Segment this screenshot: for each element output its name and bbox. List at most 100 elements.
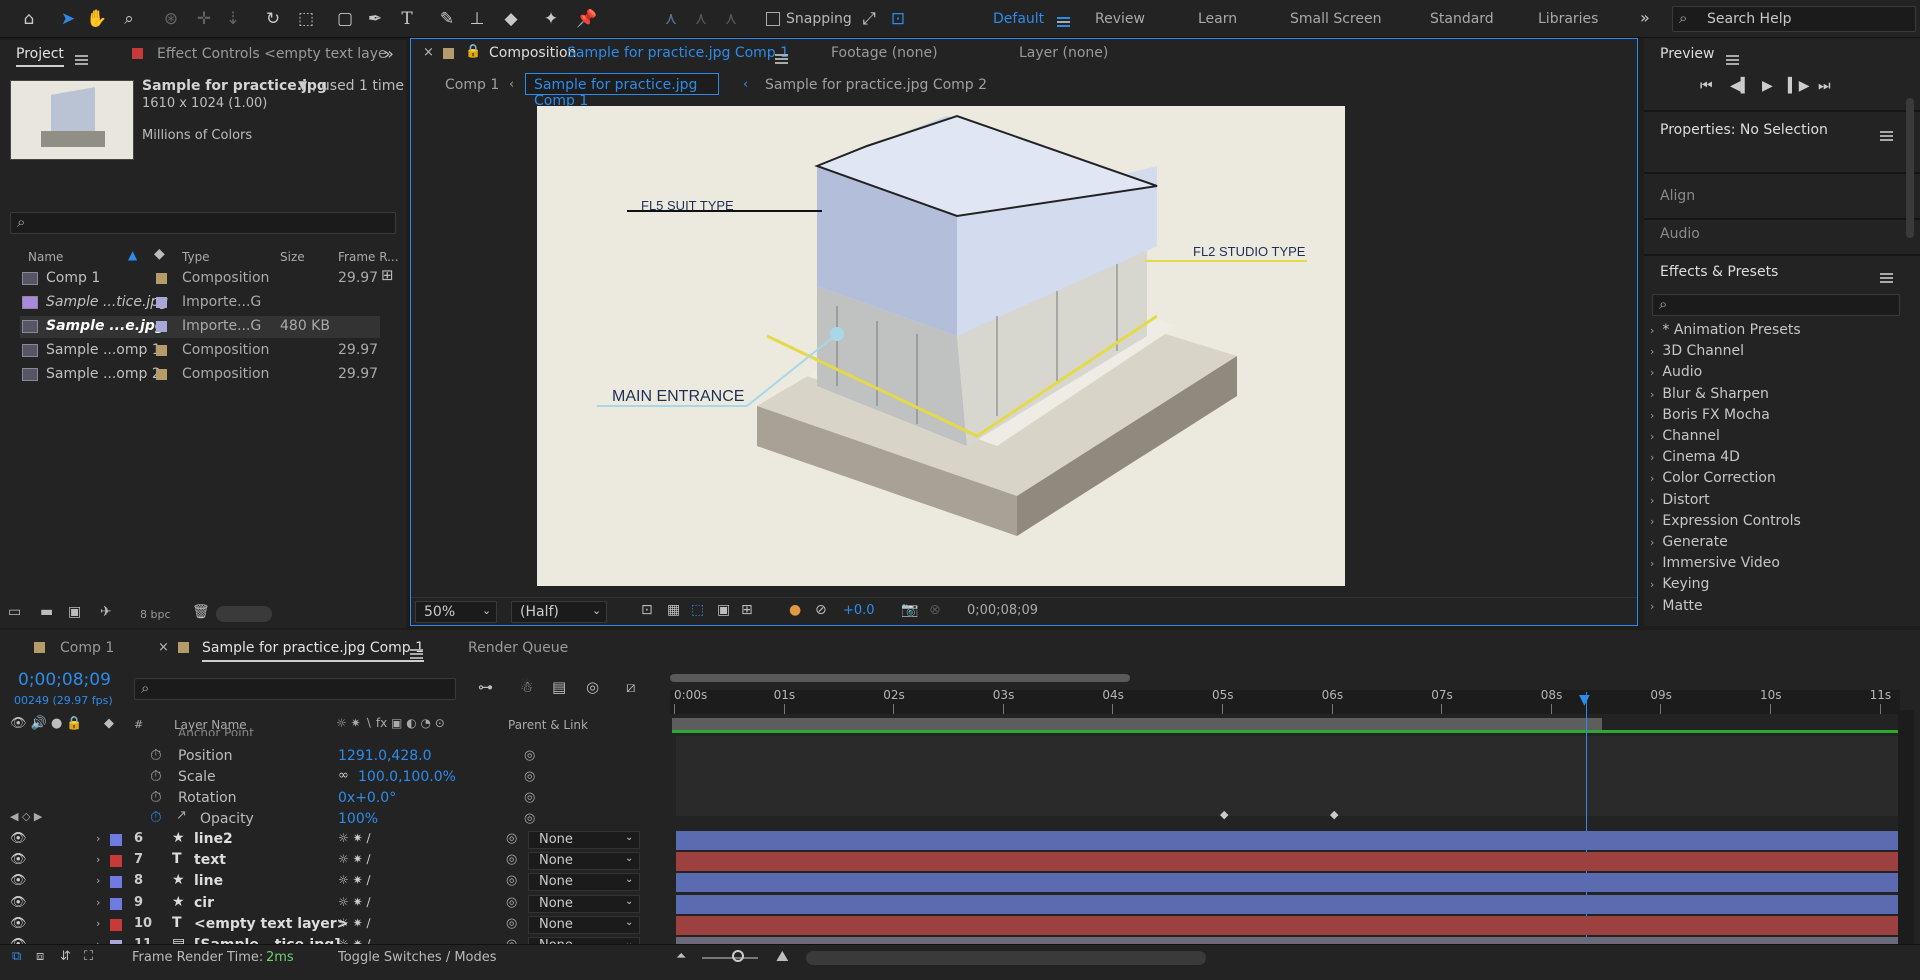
horizontal-scrollbar[interactable] xyxy=(806,951,1206,965)
zoom-slider[interactable] xyxy=(702,957,758,959)
tab-effect-controls[interactable]: Effect Controls <empty text laye xyxy=(157,46,387,62)
stopwatch-icon[interactable]: ⏱ xyxy=(150,746,162,764)
workspace-libraries[interactable]: Libraries xyxy=(1538,11,1598,27)
fast-previews-icon[interactable]: ⊡ xyxy=(641,602,653,618)
workspace-small-screen[interactable]: Small Screen xyxy=(1290,11,1381,27)
flowchart-icon[interactable]: ⊞ xyxy=(381,266,394,284)
expand-chevron-icon[interactable]: › xyxy=(96,896,100,909)
keyframe-icon[interactable]: ◆ xyxy=(1330,808,1338,821)
pickwhip-icon[interactable]: ◎ xyxy=(524,811,535,826)
pickwhip-icon[interactable]: ◎ xyxy=(506,895,517,910)
axis-view-icon[interactable]: ⋏ xyxy=(720,8,742,30)
properties-menu-icon[interactable] xyxy=(1880,128,1893,144)
stopwatch-icon[interactable]: ⏱ xyxy=(150,788,162,806)
layer-switches-icon[interactable]: ☼ ✷ ∕ xyxy=(338,831,370,845)
eraser-tool-icon[interactable]: ◆ xyxy=(500,8,522,30)
workspace-review[interactable]: Review xyxy=(1095,11,1145,27)
layer-row[interactable]: 👁 › 6 ★ line2 ☼ ✷ ∕ ◎ None ⌄ xyxy=(0,830,1920,850)
pickwhip-icon[interactable]: ◎ xyxy=(506,852,517,867)
pickwhip-icon[interactable]: ◎ xyxy=(524,769,535,784)
layer-name[interactable]: <empty text layer> xyxy=(194,916,348,932)
interpret-footage-icon[interactable]: ▭ xyxy=(8,604,21,620)
layer-label-swatch[interactable] xyxy=(110,876,122,889)
visibility-eye-icon[interactable]: 👁 xyxy=(10,916,27,931)
bpc-label[interactable]: 8 bpc xyxy=(140,608,171,621)
zoom-out-icon[interactable]: ⏶ xyxy=(676,949,686,964)
effects-category[interactable]: › Blur & Sharpen xyxy=(1650,386,1769,402)
zoom-slider-thumb[interactable] xyxy=(732,950,744,962)
frame-blending-icon[interactable]: ▤ xyxy=(552,678,566,696)
layer-duration-bar[interactable] xyxy=(676,852,1898,872)
project-item[interactable]: Sample ...omp 1 Composition 29.97 xyxy=(20,340,380,362)
layer-switches-icon[interactable]: ☼ ✷ ∕ xyxy=(338,916,370,930)
dolly-camera-icon[interactable]: ⇣ xyxy=(222,8,244,30)
expand-chevron-icon[interactable]: › xyxy=(96,832,100,845)
layer-row[interactable]: 👁 › 9 ★ cir ☼ ✷ ∕ ◎ None ⌄ xyxy=(0,894,1920,914)
layer-switches-icon[interactable]: ☼ ✷ ∕ xyxy=(338,895,370,909)
tab-comp1[interactable]: Comp 1 xyxy=(60,640,114,656)
layer-duration-bar[interactable] xyxy=(676,915,1898,935)
effects-category[interactable]: › Immersive Video xyxy=(1650,555,1780,571)
tab-composition-name[interactable]: Sample for practice.jpg Comp 1 xyxy=(567,45,789,61)
col-type[interactable]: Type xyxy=(182,250,210,264)
layer-label-swatch[interactable] xyxy=(110,855,122,868)
prev-frame-icon[interactable]: ◀▍ xyxy=(1730,78,1752,94)
channels-icon[interactable]: ● xyxy=(789,602,801,618)
snap-edges-icon[interactable]: ⤢ xyxy=(858,8,880,30)
workspace-default[interactable]: Default xyxy=(993,11,1044,27)
pickwhip-icon[interactable]: ◎ xyxy=(524,790,535,805)
thumbnail-slider[interactable] xyxy=(216,606,272,622)
clone-stamp-icon[interactable]: ⊥ xyxy=(466,8,488,30)
label-swatch[interactable] xyxy=(156,369,167,380)
tab-render-queue[interactable]: Render Queue xyxy=(468,640,568,656)
graph-editor-icon[interactable]: ⧄ xyxy=(626,678,636,696)
layer-label-swatch[interactable] xyxy=(110,834,122,846)
parent-select[interactable]: None ⌄ xyxy=(528,894,640,913)
color-management-icon[interactable]: ⊘ xyxy=(815,602,827,618)
more-workspaces-icon[interactable]: » xyxy=(1640,8,1650,27)
layer-duration-bar[interactable] xyxy=(676,873,1898,893)
col-parent-link[interactable]: Parent & Link xyxy=(508,718,588,732)
anchor-tool-icon[interactable]: ⬚ xyxy=(295,8,317,30)
search-help-input[interactable]: ⌕ Search Help xyxy=(1672,6,1916,32)
modes-icon[interactable]: ⧈ xyxy=(36,949,44,964)
pickwhip-icon[interactable]: ◎ xyxy=(506,873,517,888)
stopwatch-active-icon[interactable]: ⏱ xyxy=(150,808,162,826)
effects-menu-icon[interactable] xyxy=(1880,270,1893,286)
rectangle-tool-icon[interactable]: ▢ xyxy=(334,8,356,30)
puppet-pin-icon[interactable]: 📌 xyxy=(576,8,598,30)
region-of-interest-icon[interactable]: ▣ xyxy=(717,602,730,618)
layer-name[interactable]: text xyxy=(194,852,226,868)
pickwhip-icon[interactable]: ◎ xyxy=(506,831,517,846)
breadcrumb-comp2[interactable]: Sample for practice.jpg Comp 2 xyxy=(765,77,987,93)
pickwhip-icon[interactable]: ◎ xyxy=(524,748,535,763)
work-area-navigator[interactable] xyxy=(670,674,1130,682)
graph-icon[interactable]: ↗ xyxy=(176,808,187,823)
col-name[interactable]: Name xyxy=(28,250,63,264)
project-item[interactable]: Sample ...omp 2 Composition 29.97 xyxy=(20,364,380,386)
playhead-handle-icon[interactable]: ▼ xyxy=(1579,692,1590,708)
resolution-select[interactable]: (Half) ⌄ xyxy=(511,601,607,623)
rotation-tool-icon[interactable]: ↻ xyxy=(262,8,284,30)
first-frame-icon[interactable]: ⏮ xyxy=(1700,78,1713,94)
effects-category[interactable]: › Color Correction xyxy=(1650,470,1776,486)
layer-row[interactable]: 👁 › 8 ★ line ☼ ✷ ∕ ◎ None ⌄ xyxy=(0,872,1920,893)
effects-category[interactable]: › 3D Channel xyxy=(1650,343,1744,359)
prop-rotation-value[interactable]: 0x+0.0° xyxy=(338,790,396,806)
label-tag-icon[interactable]: ◆ xyxy=(154,246,165,262)
grid-guides-icon[interactable]: ⊞ xyxy=(741,602,753,618)
panel-overflow-icon[interactable]: » xyxy=(384,44,394,63)
layer-name[interactable]: cir xyxy=(194,895,214,911)
sort-ascending-icon[interactable]: ▲ xyxy=(128,248,137,262)
expand-chevron-icon[interactable]: › xyxy=(96,917,100,930)
prop-opacity-value[interactable]: 100% xyxy=(338,811,378,827)
visibility-eye-icon[interactable]: 👁 xyxy=(10,895,27,910)
parent-select[interactable]: None ⌄ xyxy=(528,831,640,849)
col-frame-rate[interactable]: Frame R... xyxy=(338,250,399,264)
layer-row[interactable]: 👁 › 10 T <empty text layer> ☼ ✷ ∕ ◎ None ⌄ xyxy=(0,915,1920,935)
project-search-input[interactable]: ⌕ xyxy=(10,212,396,234)
trash-icon[interactable]: 🗑 xyxy=(192,604,210,620)
viewer-timecode[interactable]: 0;00;08;09 xyxy=(967,603,1038,618)
shy-layers-icon[interactable]: ☃ xyxy=(520,678,533,696)
comp-flowchart-icon[interactable]: ⊶ xyxy=(478,678,493,696)
